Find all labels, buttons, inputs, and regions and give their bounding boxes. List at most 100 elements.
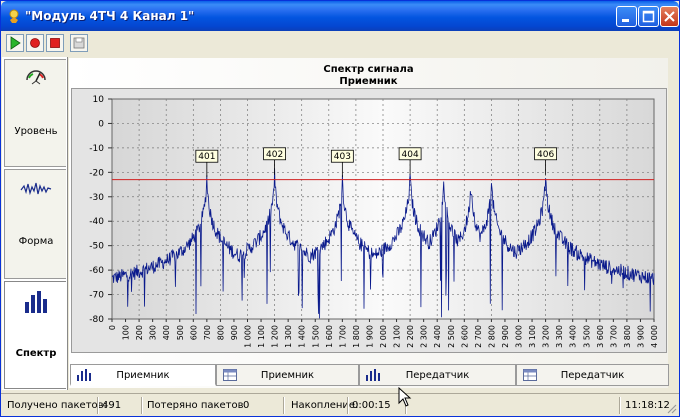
y-tick-label: 10 bbox=[93, 95, 105, 105]
x-tick-label: 3 300 bbox=[555, 325, 564, 348]
sidebar-item-form[interactable]: Форма bbox=[4, 169, 66, 279]
x-tick-label: 100 bbox=[122, 325, 131, 340]
sidebar-item-level[interactable]: Уровень bbox=[4, 59, 66, 167]
received-value: 491 bbox=[102, 400, 122, 411]
x-tick-label: 600 bbox=[189, 325, 198, 340]
maximize-button[interactable] bbox=[638, 6, 659, 27]
x-tick-label: 2 800 bbox=[487, 325, 496, 348]
x-tick-label: 1 300 bbox=[284, 325, 293, 348]
tab-receiver-table[interactable]: Приемник bbox=[216, 364, 359, 386]
peak-marker-label: 404 bbox=[402, 150, 419, 160]
sidebar-item-label: Уровень bbox=[14, 126, 58, 137]
peak-marker-label: 403 bbox=[334, 152, 351, 162]
close-icon bbox=[664, 11, 675, 22]
stop-button[interactable] bbox=[46, 34, 64, 52]
play-button[interactable] bbox=[6, 34, 24, 52]
maximize-icon bbox=[642, 10, 655, 23]
y-tick-label: -30 bbox=[89, 193, 104, 203]
chart-panel: Спектр сигнала Приемник 10 0 -10 -20 -30 -40-… bbox=[69, 58, 668, 388]
x-tick-label: 3 100 bbox=[528, 325, 537, 348]
x-tick-label: 2 100 bbox=[393, 325, 402, 348]
sidebar-item-label: Форма bbox=[18, 236, 54, 247]
x-tick-label: 3 800 bbox=[623, 325, 632, 348]
window-title: "Модуль 4ТЧ 4 Канал 1" bbox=[25, 9, 195, 23]
x-tick-label: 200 bbox=[135, 325, 144, 340]
tab-label: Передатчик bbox=[560, 370, 625, 381]
x-tick-label: 1 000 bbox=[244, 325, 253, 348]
minimize-button[interactable] bbox=[616, 6, 637, 27]
x-tick-label: 1 500 bbox=[311, 325, 320, 348]
x-tick-label: 2 700 bbox=[474, 325, 483, 348]
waveform-icon bbox=[20, 182, 52, 196]
sidebar-item-spectrum[interactable]: Спектр bbox=[4, 281, 66, 389]
stop-icon bbox=[50, 38, 60, 48]
x-tick-label: 3 600 bbox=[596, 325, 605, 348]
x-tick-label: 3 000 bbox=[515, 325, 524, 348]
x-tick-label: 500 bbox=[176, 325, 185, 340]
tab-label: Приемник bbox=[116, 370, 170, 381]
x-tick-label: 3 200 bbox=[542, 325, 551, 348]
accumulation-value: 0:00:15 bbox=[352, 400, 391, 411]
app-window: "Модуль 4ТЧ 4 Канал 1" Уровень Форма Спе… bbox=[0, 0, 680, 417]
tab-transmitter-table[interactable]: Передатчик bbox=[516, 364, 669, 386]
x-tick-label: 1 200 bbox=[271, 325, 280, 348]
x-tick-label: 2 200 bbox=[406, 325, 415, 348]
tab-transmitter-spectrum[interactable]: Передатчик bbox=[359, 364, 516, 386]
record-button[interactable] bbox=[26, 34, 44, 52]
save-icon bbox=[73, 37, 85, 49]
view-tabs: Приемник Приемник Передатчик Передатчик bbox=[70, 364, 669, 386]
x-tick-label: 400 bbox=[162, 325, 171, 340]
x-tick-label: 2 900 bbox=[501, 325, 510, 348]
chart-frame: 10 0 -10 -20 -30 -40 -50 -60 -70 -80 0 100 200 300 400… bbox=[71, 88, 667, 353]
x-tick-label: 1 900 bbox=[365, 325, 374, 348]
x-tick-label: 3 500 bbox=[582, 325, 591, 348]
x-tick-label: 900 bbox=[230, 325, 239, 340]
y-tick-label: 0 bbox=[98, 119, 104, 129]
sidebar: Уровень Форма Спектр bbox=[2, 57, 68, 390]
peak-marker-label: 406 bbox=[537, 150, 554, 160]
x-tick-label: 1 800 bbox=[352, 325, 361, 348]
x-tick-label: 1 700 bbox=[338, 325, 347, 348]
y-tick-label: -20 bbox=[89, 168, 104, 178]
x-tick-label: 2 400 bbox=[433, 325, 442, 348]
close-button[interactable] bbox=[660, 6, 679, 27]
x-tick-label: 0 bbox=[108, 325, 117, 330]
x-tick-label: 3 400 bbox=[569, 325, 578, 348]
x-tick-label: 2 600 bbox=[460, 325, 469, 348]
received-label: Получено пакетов: bbox=[7, 400, 107, 411]
resize-grip-icon[interactable] bbox=[665, 402, 677, 414]
record-icon bbox=[30, 38, 40, 48]
spectrum-chart: 100-10-20-30-40-50-60-70-800 100 200 300 400… bbox=[89, 95, 659, 348]
chart-title: Спектр сигнала bbox=[323, 64, 414, 75]
sidebar-item-label: Спектр bbox=[15, 348, 57, 359]
tab-label: Передатчик bbox=[405, 370, 470, 381]
lost-label: Потеряно пакетов bbox=[147, 400, 244, 411]
tab-receiver-spectrum[interactable]: Приемник bbox=[70, 364, 216, 386]
peak-marker-label: 402 bbox=[266, 150, 283, 160]
y-tick-label: -40 bbox=[89, 217, 104, 227]
mouse-cursor-icon bbox=[398, 387, 412, 407]
chart-subtitle: Приемник bbox=[339, 76, 398, 87]
clock: 11:18:12 bbox=[625, 400, 670, 411]
play-icon bbox=[10, 36, 21, 50]
y-tick-label: -10 bbox=[89, 144, 104, 154]
save-button[interactable] bbox=[70, 34, 88, 52]
gauge-icon bbox=[26, 70, 46, 85]
x-tick-label: 300 bbox=[149, 325, 158, 340]
y-tick-label: -80 bbox=[89, 315, 104, 325]
x-tick-label: 2 000 bbox=[379, 325, 388, 348]
status-bar: Получено пакетов: 491 Потеряно пакетов 0… bbox=[1, 393, 679, 416]
x-tick-label: 1 600 bbox=[325, 325, 334, 348]
x-tick-label: 1 100 bbox=[257, 325, 266, 348]
spectrum-icon bbox=[25, 291, 47, 313]
x-tick-label: 2 500 bbox=[447, 325, 456, 348]
y-tick-label: -50 bbox=[89, 242, 104, 252]
y-tick-label: -60 bbox=[89, 266, 104, 276]
x-tick-label: 1 400 bbox=[298, 325, 307, 348]
x-tick-label: 700 bbox=[203, 325, 212, 340]
x-tick-label: 2 300 bbox=[420, 325, 429, 348]
title-bar[interactable]: "Модуль 4ТЧ 4 Канал 1" bbox=[1, 1, 679, 31]
app-icon bbox=[9, 9, 19, 23]
toolbar bbox=[1, 31, 679, 57]
x-tick-label: 4 000 bbox=[650, 325, 659, 348]
